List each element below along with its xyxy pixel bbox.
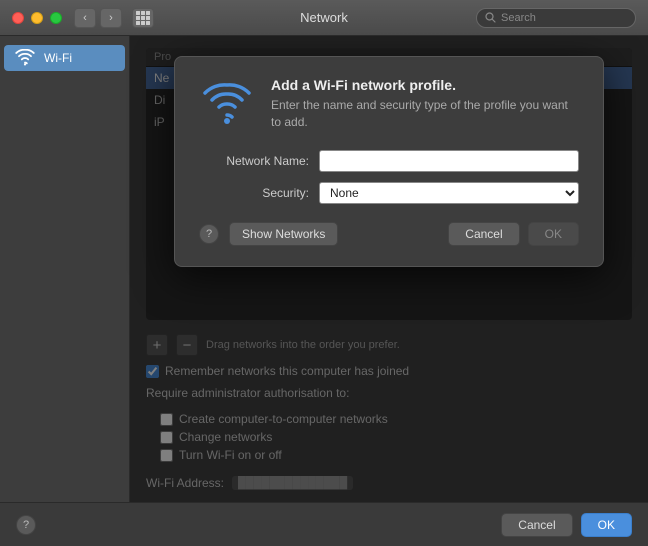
network-name-row: Network Name: — [199, 150, 579, 172]
nav-buttons: ‹ › — [74, 8, 122, 28]
main-content: Wi-Fi Pro Ne Di iP + − Drag networks int… — [0, 36, 648, 502]
modal-footer: ? Show Networks Cancel OK — [199, 222, 579, 246]
search-bar[interactable] — [476, 8, 636, 28]
network-name-label: Network Name: — [199, 154, 309, 168]
modal-title: Add a Wi-Fi network profile. — [271, 77, 579, 93]
right-panel: Pro Ne Di iP + − Drag networks into the … — [130, 36, 648, 502]
bottom-bar: ? Cancel OK — [0, 502, 648, 546]
maximize-button[interactable] — [50, 12, 62, 24]
network-name-input[interactable] — [319, 150, 579, 172]
help-button[interactable]: ? — [16, 515, 36, 535]
security-label: Security: — [199, 186, 309, 200]
modal-cancel-button[interactable]: Cancel — [448, 222, 519, 246]
security-row: Security: None WPA2 Personal WPA3 Person… — [199, 182, 579, 204]
sidebar-item-wifi[interactable]: Wi-Fi — [4, 45, 125, 71]
sidebar-wifi-label: Wi-Fi — [44, 51, 72, 65]
modal-overlay: Add a Wi-Fi network profile. Enter the n… — [130, 36, 648, 502]
add-wifi-modal: Add a Wi-Fi network profile. Enter the n… — [174, 56, 604, 267]
modal-header-text: Add a Wi-Fi network profile. Enter the n… — [271, 77, 579, 131]
modal-ok-button[interactable]: OK — [528, 222, 579, 246]
minimize-button[interactable] — [31, 12, 43, 24]
window-title: Network — [300, 10, 348, 25]
grid-icon — [136, 11, 150, 25]
modal-form: Network Name: Security: None WPA2 Person… — [199, 150, 579, 204]
security-select[interactable]: None WPA2 Personal WPA3 Personal WEP — [319, 182, 579, 204]
search-input[interactable] — [501, 12, 627, 24]
modal-wifi-icon — [199, 79, 255, 132]
wifi-icon — [14, 49, 36, 67]
search-icon — [485, 12, 496, 23]
modal-help-button[interactable]: ? — [199, 224, 219, 244]
grid-button[interactable] — [132, 8, 154, 28]
sidebar: Wi-Fi — [0, 36, 130, 502]
modal-description: Enter the name and security type of the … — [271, 97, 579, 131]
titlebar: ‹ › Network — [0, 0, 648, 36]
back-button[interactable]: ‹ — [74, 8, 96, 28]
window-controls — [12, 12, 62, 24]
close-button[interactable] — [12, 12, 24, 24]
forward-button[interactable]: › — [100, 8, 122, 28]
ok-button[interactable]: OK — [581, 513, 632, 537]
cancel-button[interactable]: Cancel — [501, 513, 572, 537]
modal-header: Add a Wi-Fi network profile. Enter the n… — [199, 77, 579, 132]
show-networks-button[interactable]: Show Networks — [229, 222, 338, 246]
